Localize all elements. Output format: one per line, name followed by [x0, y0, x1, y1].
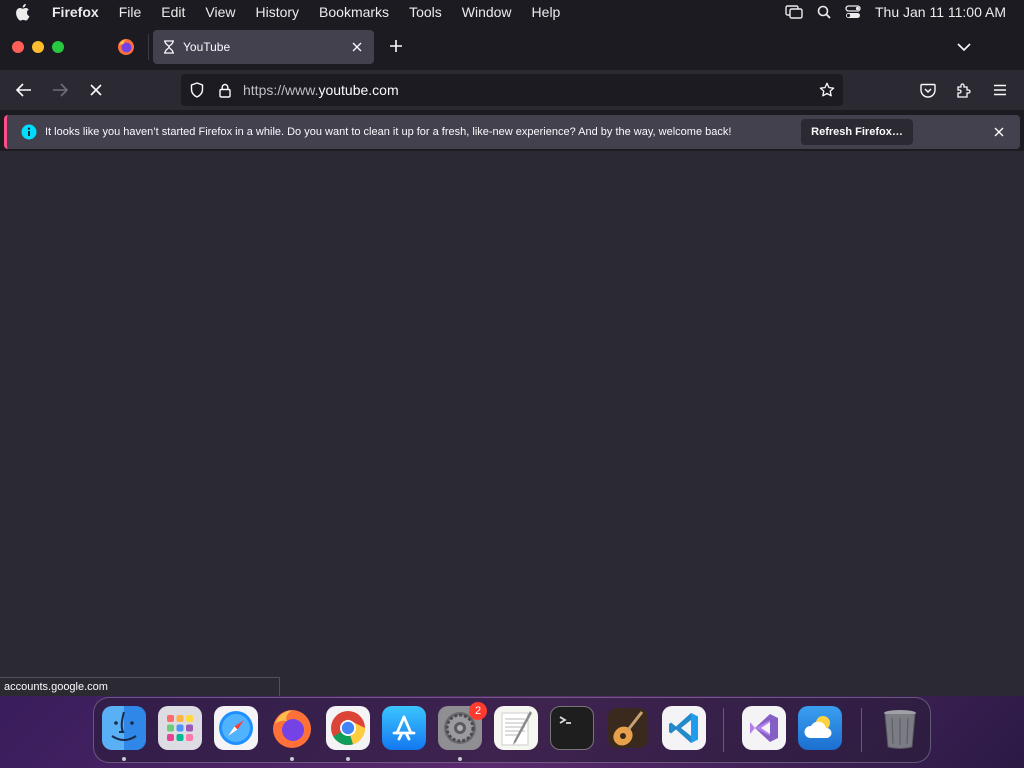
- menu-file[interactable]: File: [109, 0, 152, 24]
- menu-app-firefox[interactable]: Firefox: [46, 0, 109, 24]
- dock-visual-studio[interactable]: [742, 706, 786, 750]
- status-panel: accounts.google.com: [0, 677, 280, 696]
- dock-launchpad[interactable]: [158, 706, 202, 750]
- screen-mirroring-icon[interactable]: [785, 5, 803, 19]
- zoom-window-button[interactable]: [52, 41, 64, 53]
- guitar-icon: [608, 708, 648, 748]
- apple-menu-icon[interactable]: [14, 3, 36, 21]
- tab-youtube[interactable]: YouTube: [153, 30, 374, 64]
- pocket-button[interactable]: [917, 79, 939, 101]
- back-button[interactable]: [12, 79, 36, 101]
- window-controls: [12, 41, 64, 53]
- macos-dock: 2: [93, 697, 931, 763]
- macos-menu-bar: Firefox File Edit View History Bookmarks…: [0, 0, 1024, 24]
- notification-message: It looks like you haven’t started Firefo…: [45, 126, 732, 138]
- dock-garageband[interactable]: [606, 706, 650, 750]
- lock-icon[interactable]: [217, 82, 233, 98]
- tab-bar: YouTube: [0, 24, 1024, 70]
- arrow-left-icon: [16, 83, 31, 97]
- running-indicator: [346, 757, 350, 761]
- plus-icon: [390, 40, 402, 52]
- firefox-window: YouTube https://www.youtube.com It looks…: [0, 24, 1024, 696]
- dock-textedit[interactable]: [494, 706, 538, 750]
- dock-weather[interactable]: [798, 706, 842, 750]
- forward-button[interactable]: [48, 79, 72, 101]
- menu-edit[interactable]: Edit: [151, 0, 195, 24]
- navigation-toolbar: https://www.youtube.com: [0, 70, 1024, 110]
- trash-icon: [884, 710, 916, 749]
- dock-app-store[interactable]: [382, 706, 426, 750]
- weather-cloud-sun-icon: [804, 716, 832, 738]
- dock-trash[interactable]: [878, 706, 922, 750]
- dock-safari[interactable]: [214, 706, 258, 750]
- hourglass-loading-icon: [163, 40, 177, 54]
- stop-loading-button[interactable]: [84, 79, 108, 101]
- menu-bookmarks[interactable]: Bookmarks: [309, 0, 399, 24]
- dock-separator: [861, 708, 862, 752]
- extensions-button[interactable]: [953, 79, 975, 101]
- pinned-tab-firefox[interactable]: [112, 34, 140, 60]
- url-prefix: https://www.: [243, 82, 319, 98]
- hamburger-menu-icon: [994, 84, 1006, 96]
- arrow-right-icon: [53, 83, 68, 97]
- dock-firefox[interactable]: [270, 706, 314, 750]
- dock-separator: [723, 708, 724, 752]
- firefox-logo-icon: [118, 39, 134, 55]
- spotlight-search-icon[interactable]: [817, 5, 831, 19]
- address-bar[interactable]: https://www.youtube.com: [181, 74, 843, 106]
- info-icon: [21, 124, 37, 140]
- puzzle-piece-icon: [957, 83, 971, 98]
- dock-visual-studio-code[interactable]: [662, 706, 706, 750]
- menu-tools[interactable]: Tools: [399, 0, 452, 24]
- chrome-icon: [331, 711, 366, 746]
- menu-help[interactable]: Help: [522, 0, 571, 24]
- menu-bar-clock[interactable]: Thu Jan 11 11:00 AM: [875, 4, 1006, 20]
- menu-history[interactable]: History: [245, 0, 309, 24]
- chevron-down-icon: [957, 42, 971, 51]
- refresh-firefox-button[interactable]: Refresh Firefox…: [801, 119, 913, 145]
- visual-studio-icon: [750, 714, 778, 742]
- tab-title: YouTube: [183, 40, 231, 54]
- close-tab-icon[interactable]: [350, 40, 364, 54]
- url-text[interactable]: https://www.youtube.com: [243, 82, 399, 98]
- running-indicator: [122, 757, 126, 761]
- minimize-window-button[interactable]: [32, 41, 44, 53]
- terminal-icon: [559, 716, 571, 724]
- notification-badge: 2: [469, 702, 487, 720]
- app-menu-button[interactable]: [989, 79, 1011, 101]
- dock-finder[interactable]: [102, 706, 146, 750]
- app-store-icon: [392, 715, 416, 741]
- tab-separator: [148, 34, 149, 60]
- refresh-firefox-notification: It looks like you haven’t started Firefo…: [4, 115, 1020, 149]
- tracking-protection-shield-icon[interactable]: [189, 82, 205, 98]
- textedit-icon: [501, 711, 532, 746]
- bookmark-star-icon[interactable]: [819, 82, 835, 98]
- firefox-icon: [273, 710, 311, 748]
- dock-google-chrome[interactable]: [326, 706, 370, 750]
- close-icon: [90, 84, 102, 96]
- url-domain: youtube.com: [318, 82, 399, 98]
- safari-compass-icon: [219, 711, 253, 745]
- menu-view[interactable]: View: [195, 0, 245, 24]
- close-window-button[interactable]: [12, 41, 24, 53]
- vscode-icon: [669, 713, 698, 743]
- menu-window[interactable]: Window: [452, 0, 522, 24]
- running-indicator: [458, 757, 462, 761]
- dock-terminal[interactable]: [550, 706, 594, 750]
- close-notification-icon[interactable]: [992, 125, 1006, 139]
- finder-icon: [111, 711, 137, 741]
- running-indicator: [290, 757, 294, 761]
- new-tab-button[interactable]: [386, 36, 406, 56]
- launchpad-grid-icon: [167, 715, 193, 741]
- list-all-tabs-button[interactable]: [954, 38, 974, 56]
- page-content-area[interactable]: [0, 151, 1024, 696]
- pocket-icon: [920, 83, 936, 98]
- control-center-icon[interactable]: [845, 5, 861, 19]
